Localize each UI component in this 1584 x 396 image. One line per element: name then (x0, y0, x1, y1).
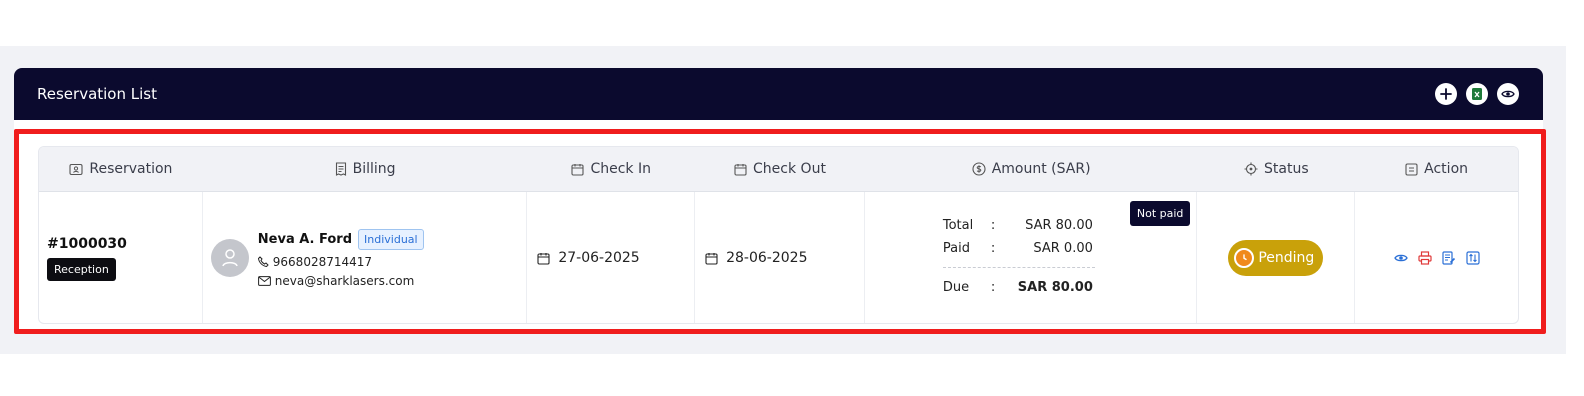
amount-summary: Total : SAR 80.00 Paid : SAR 0.00 Due : … (942, 214, 1095, 299)
paid-sep: : (990, 241, 996, 256)
edit-note-icon (1441, 251, 1455, 265)
paid-value: SAR 0.00 (1033, 241, 1093, 256)
cell-check-in: 27-06-2025 (527, 192, 696, 323)
table-header: Reservation Billing Check In Check Out A… (39, 147, 1518, 192)
card-title: Reservation List (37, 85, 157, 103)
transfer-button[interactable] (1465, 251, 1480, 265)
toggle-view-button[interactable] (1497, 83, 1519, 105)
total-value: SAR 80.00 (1025, 218, 1093, 233)
dollar-circle-icon (972, 162, 986, 176)
status-label: Pending (1258, 250, 1315, 266)
source-badge: Reception (47, 257, 116, 281)
amount-due-row: Due : SAR 80.00 (943, 276, 1095, 299)
card-header: Reservation List (14, 68, 1543, 120)
th-reservation[interactable]: Reservation (39, 147, 203, 191)
export-excel-button[interactable] (1466, 83, 1488, 105)
paid-label: Paid (942, 241, 970, 256)
due-label: Due (942, 280, 970, 295)
th-status[interactable]: Status (1197, 147, 1355, 191)
th-check-out-label: Check Out (753, 161, 826, 177)
guest-type-badge: Individual (358, 228, 424, 250)
header-actions (1435, 83, 1519, 105)
user-icon (222, 249, 238, 267)
edit-button[interactable] (1441, 251, 1456, 265)
amount-paid-row: Paid : SAR 0.00 (943, 237, 1095, 260)
th-check-in-label: Check In (590, 161, 651, 177)
cell-amount: Total : SAR 80.00 Paid : SAR 0.00 Due : … (865, 192, 1198, 323)
id-card-icon (69, 163, 83, 175)
reservation-table: Reservation Billing Check In Check Out A… (38, 146, 1519, 324)
clock-icon (1234, 248, 1255, 268)
cell-reservation: #1000030 Reception (39, 192, 203, 323)
th-reservation-label: Reservation (89, 161, 173, 177)
guest-email: neva@sharklasers.com (257, 273, 424, 288)
guest-name[interactable]: Neva A. Ford (258, 232, 352, 247)
add-button[interactable] (1435, 83, 1457, 105)
th-amount-label: Amount (SAR) (991, 161, 1091, 177)
amount-total-row: Total : SAR 80.00 (943, 214, 1095, 237)
action-box-icon (1405, 162, 1418, 176)
due-sep: : (990, 280, 996, 295)
excel-icon (1472, 88, 1482, 100)
receipt-icon (335, 162, 346, 176)
payment-status-badge: Not paid (1129, 201, 1191, 226)
view-button[interactable] (1393, 253, 1408, 263)
check-out-date: 28-06-2025 (726, 250, 808, 266)
eye-icon (1501, 90, 1515, 98)
guest-phone: 9668028714417 (257, 254, 424, 269)
mail-icon (257, 275, 271, 286)
eye-icon (1393, 254, 1408, 262)
calendar-icon (705, 252, 718, 265)
row-actions (1393, 251, 1480, 265)
swap-icon (1465, 251, 1480, 265)
target-icon (1244, 162, 1258, 176)
reservation-id[interactable]: #1000030 (47, 236, 127, 252)
total-sep: : (990, 218, 996, 233)
print-button[interactable] (1417, 251, 1432, 265)
cell-billing: Neva A. Ford Individual 9668028714417 ne… (203, 192, 528, 323)
due-value: SAR 80.00 (1017, 280, 1093, 295)
cell-action (1355, 192, 1518, 323)
th-action-label: Action (1424, 161, 1469, 177)
th-check-in[interactable]: Check In (527, 147, 695, 191)
calendar-icon (537, 252, 550, 265)
calendar-icon (734, 163, 747, 176)
cell-check-out: 28-06-2025 (695, 192, 865, 323)
th-action[interactable]: Action (1355, 147, 1518, 191)
th-billing-label: Billing (352, 161, 396, 177)
status-badge[interactable]: Pending (1228, 240, 1324, 276)
guest-email-text: neva@sharklasers.com (274, 273, 415, 288)
check-in-date: 27-06-2025 (558, 250, 640, 266)
amount-divider (942, 267, 1095, 268)
th-status-label: Status (1264, 161, 1309, 177)
cell-status: Pending (1197, 192, 1356, 323)
avatar (210, 239, 249, 277)
th-billing[interactable]: Billing (203, 147, 528, 191)
th-check-out[interactable]: Check Out (695, 147, 865, 191)
th-amount[interactable]: Amount (SAR) (865, 147, 1198, 191)
phone-icon (257, 256, 269, 267)
total-label: Total (942, 218, 974, 233)
calendar-icon (571, 163, 585, 176)
printer-icon (1417, 251, 1432, 265)
plus-icon (1440, 88, 1452, 100)
table-row: #1000030 Reception Neva A. Ford Individu… (39, 192, 1518, 323)
guest-phone-text: 9668028714417 (272, 254, 373, 269)
